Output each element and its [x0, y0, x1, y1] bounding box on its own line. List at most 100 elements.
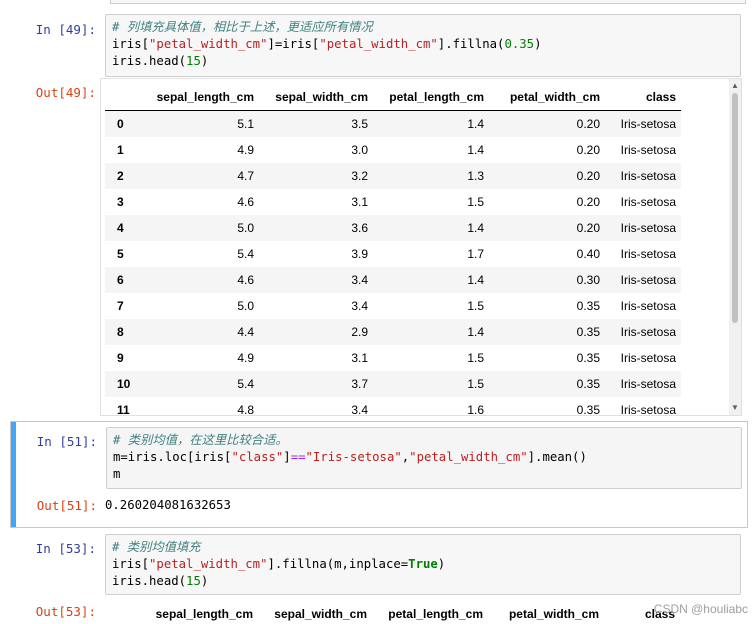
table-cell: 4.6 [237, 195, 254, 209]
dataframe-table: sepal_length_cm sepal_width_cm petal_lengt… [105, 83, 681, 416]
scroll-down-arrow-icon[interactable]: ▼ [729, 403, 741, 413]
output-prompt: Out[49]: [35, 85, 96, 100]
code-editor[interactable]: # 列填充具体值，相比于上述，更适应所有情况 iris["petal_width… [106, 15, 740, 74]
table-cell: 4.7 [237, 169, 254, 183]
table-row: 0 5.1 3.5 1.4 0.20 Iris-setosa [105, 110, 681, 137]
scroll-up-arrow-icon[interactable]: ▲ [729, 81, 741, 91]
table-cell: 3.4 [351, 273, 368, 287]
table-cell: 5.4 [237, 247, 254, 261]
row-index: 2 [117, 169, 124, 183]
code-token: m [113, 467, 121, 481]
column-header: sepal_width_cm [259, 83, 373, 111]
code-comment: # 列填充具体值，相比于上述，更适应所有情况 [112, 20, 373, 34]
code-number: 15 [186, 54, 201, 68]
output-table-header: sepal_length_cm sepal_width_cm petal_lengt… [104, 600, 680, 624]
table-cell: 1.4 [467, 325, 484, 339]
table-cell: 4.9 [237, 351, 254, 365]
table-cell: 1.6 [467, 403, 484, 416]
row-index: 1 [117, 143, 124, 157]
row-index: 0 [117, 117, 124, 131]
scroll-thumb[interactable] [732, 93, 738, 323]
column-header: petal_length_cm [372, 600, 488, 624]
code-token: ].mean() [527, 450, 587, 464]
table-cell: Iris-setosa [620, 351, 676, 365]
row-index: 8 [117, 325, 124, 339]
table-cell: 3.5 [351, 117, 368, 131]
code-cell-49[interactable]: In [49]: # 列填充具体值，相比于上述，更适应所有情况 iris["pe… [10, 12, 746, 416]
column-header: sepal_width_cm [258, 600, 372, 624]
code-input-area[interactable]: # 类别均值填充 iris["petal_width_cm"].fillna(m… [105, 534, 741, 595]
table-cell: Iris-setosa [620, 195, 676, 209]
table-cell: 0.20 [576, 169, 600, 183]
code-comment: # 类别均值填充 [112, 540, 201, 554]
input-prompt: In [49]: [35, 22, 96, 37]
table-cell: 4.6 [237, 273, 254, 287]
row-index: 10 [117, 377, 131, 391]
output-scrollbar[interactable]: ▲ ▼ [729, 79, 741, 415]
table-header-row: sepal_length_cm sepal_width_cm petal_lengt… [105, 83, 681, 111]
code-string: "petal_width_cm" [149, 557, 268, 571]
row-index: 6 [117, 273, 124, 287]
table-row: 4 5.0 3.6 1.4 0.20 Iris-setosa [105, 215, 681, 241]
code-editor[interactable]: # 类别均值，在这里比较合适。 m=iris.loc[iris["class"]… [107, 428, 741, 487]
watermark: CSDN @houliabc [653, 602, 748, 616]
table-cell: 0.35 [576, 377, 600, 391]
code-input-area[interactable]: # 列填充具体值，相比于上述，更适应所有情况 iris["petal_width… [105, 14, 741, 77]
table-cell: 1.3 [467, 169, 484, 183]
table-cell: Iris-setosa [620, 299, 676, 313]
table-cell: 0.20 [576, 143, 600, 157]
code-editor[interactable]: # 类别均值填充 iris["petal_width_cm"].fillna(m… [106, 535, 740, 594]
table-cell: 3.9 [351, 247, 368, 261]
table-cell: 3.7 [351, 377, 368, 391]
table-cell: 2.9 [351, 325, 368, 339]
table-row: 10 5.4 3.7 1.5 0.35 Iris-setosa [105, 371, 681, 397]
code-string: "petal_width_cm" [409, 450, 528, 464]
row-index: 7 [117, 299, 124, 313]
dataframe-container: sepal_length_cm sepal_width_cm petal_lengt… [105, 83, 681, 416]
table-cell: Iris-setosa [620, 221, 676, 235]
table-cell: 3.4 [351, 299, 368, 313]
table-cell: 1.4 [467, 273, 484, 287]
row-index: 3 [117, 195, 124, 209]
code-token: ) [200, 574, 209, 588]
table-cell: 3.0 [351, 143, 368, 157]
code-token: ) [534, 37, 542, 51]
table-row: 3 4.6 3.1 1.5 0.20 Iris-setosa [105, 189, 681, 215]
table-cell: 1.4 [467, 117, 484, 131]
code-token: ) [200, 54, 209, 68]
code-token: ].fillna( [437, 37, 505, 51]
table-cell: 0.35 [576, 325, 600, 339]
column-header [104, 600, 144, 624]
previous-cell-bottom [110, 0, 746, 4]
code-token: ].fillna(m,inplace= [267, 557, 409, 571]
code-comment: # 类别均值，在这里比较合适。 [113, 433, 288, 447]
table-cell: 4.9 [237, 143, 254, 157]
input-prompt: In [53]: [35, 541, 96, 556]
dataframe-table: sepal_length_cm sepal_width_cm petal_lengt… [104, 600, 680, 624]
code-input-area[interactable]: # 类别均值，在这里比较合适。 m=iris.loc[iris["class"]… [106, 427, 742, 489]
table-cell: 5.1 [237, 117, 254, 131]
table-row: 1 4.9 3.0 1.4 0.20 Iris-setosa [105, 137, 681, 163]
table-cell: 3.1 [351, 195, 368, 209]
table-cell: 0.35 [576, 299, 600, 313]
table-cell: 5.0 [237, 299, 254, 313]
code-cell-51[interactable]: In [51]: # 类别均值，在这里比较合适。 m=iris.loc[iris… [10, 421, 748, 528]
table-cell: 3.6 [351, 221, 368, 235]
output-prompt: Out[53]: [35, 604, 96, 619]
code-cell-53[interactable]: In [53]: # 类别均值填充 iris["petal_width_cm"]… [10, 532, 746, 624]
code-token: ) [437, 557, 446, 571]
table-cell: 1.4 [467, 221, 484, 235]
output-value: 0.260204081632653 [105, 498, 231, 512]
table-cell: 3.4 [351, 403, 368, 416]
output-scroll-area[interactable]: sepal_length_cm sepal_width_cm petal_lengt… [100, 78, 742, 416]
table-row: 11 4.8 3.4 1.6 0.35 Iris-setosa [105, 397, 681, 416]
row-index: 9 [117, 351, 124, 365]
code-token: m=iris.loc[iris[ [113, 450, 232, 464]
code-token: iris.head( [112, 574, 187, 588]
column-header [105, 83, 145, 111]
code-token: iris.head( [112, 54, 187, 68]
table-cell: 3.1 [351, 351, 368, 365]
table-cell: 1.5 [467, 299, 484, 313]
table-cell: Iris-setosa [620, 325, 676, 339]
table-cell: 3.2 [351, 169, 368, 183]
